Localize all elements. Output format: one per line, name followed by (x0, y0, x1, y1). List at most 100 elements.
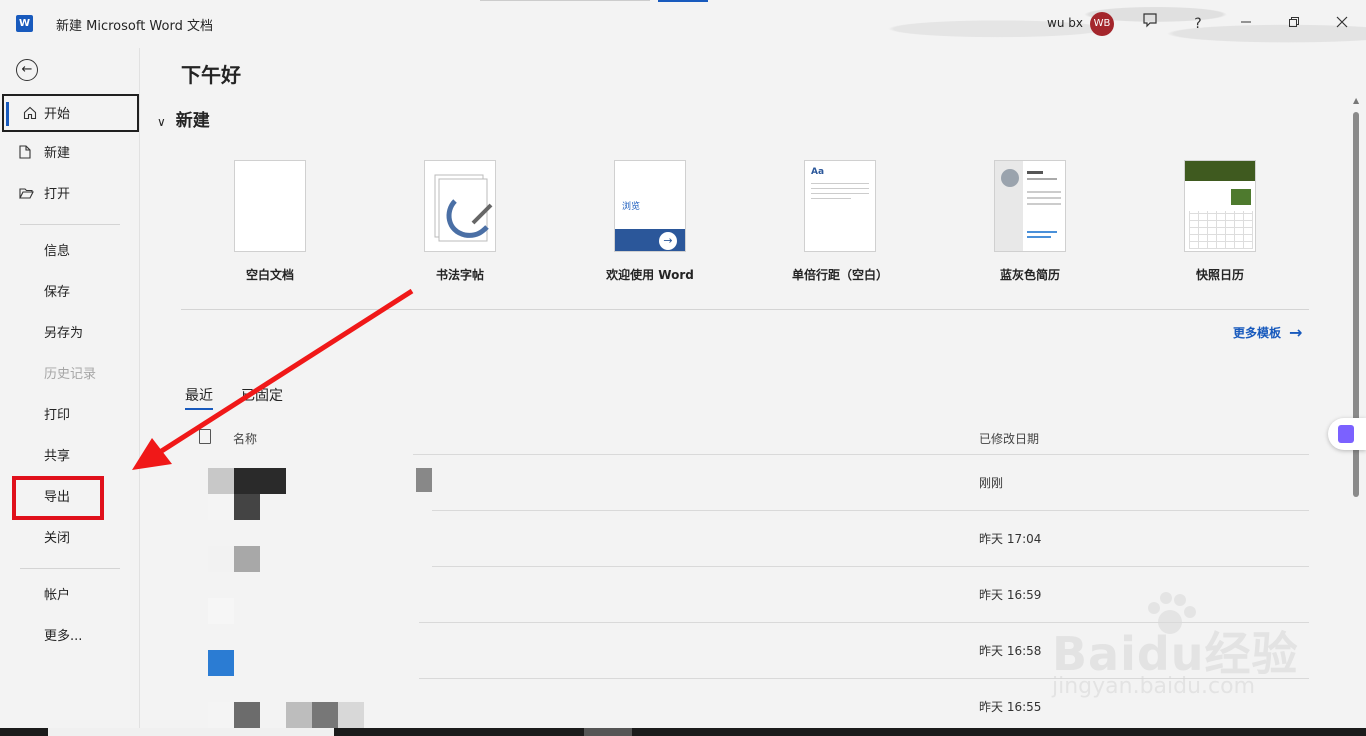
obscured-file-name (234, 702, 260, 728)
tab-recent[interactable]: 最近 (185, 385, 213, 410)
sidebar-item-more[interactable]: 更多... (0, 618, 138, 656)
sidebar-item-label: 历史记录 (44, 367, 97, 382)
page-title: 下午好 (181, 63, 241, 87)
new-section-header[interactable]: ∨ 新建 (157, 106, 210, 131)
avatar[interactable]: WB (1090, 12, 1114, 36)
taskbar-item[interactable] (584, 728, 632, 736)
template-single-spaced[interactable]: Aa 单倍行距（空白） (745, 160, 935, 283)
template-label: 书法字帖 (435, 268, 484, 282)
obscured-file-name (338, 702, 364, 728)
baidu-watermark: Baidu经验 jingyan.baidu.com (1040, 590, 1300, 710)
more-templates-link[interactable]: 更多模板 → (1233, 323, 1302, 342)
help-icon[interactable]: ? (1186, 12, 1210, 36)
sidebar-item-home[interactable]: 开始 (2, 94, 139, 132)
title-bar: W 新建 Microsoft Word 文档 wu bx WB ? (0, 0, 1366, 48)
template-label: 单倍行距（空白） (791, 268, 888, 282)
obscured-file-name (208, 494, 234, 520)
arrow-right-icon: → (659, 232, 677, 250)
sidebar-item-print[interactable]: 打印 (0, 397, 138, 435)
sidebar-item-history: 历史记录 (0, 356, 138, 394)
obscured-file-name (286, 702, 312, 728)
side-assistant-button[interactable] (1328, 418, 1366, 450)
export-highlight-annotation (12, 476, 104, 520)
template-label: 欢迎使用 Word (606, 268, 694, 282)
minimize-icon[interactable] (1234, 12, 1258, 36)
modified-date: 昨天 16:55 (979, 700, 1042, 714)
home-icon (23, 96, 37, 134)
word-app-icon: W (16, 15, 33, 32)
watermark-subtext: jingyan.baidu.com (1052, 674, 1256, 699)
chevron-down-icon: ∨ (157, 115, 166, 129)
template-thumb-text: 浏览 (622, 202, 641, 212)
file-icon (199, 429, 211, 444)
document-title: 新建 Microsoft Word 文档 (56, 19, 213, 34)
top-divider (480, 0, 650, 1)
sidebar-item-label: 打印 (44, 408, 71, 423)
sidebar-item-save-as[interactable]: 另存为 (0, 315, 138, 353)
template-welcome-word[interactable]: 浏览 → 欢迎使用 Word (555, 160, 745, 283)
template-thumb-text: Aa (811, 167, 825, 177)
new-doc-icon (19, 135, 31, 173)
column-header-name[interactable]: 名称 (233, 430, 257, 447)
template-blue-gray-resume[interactable]: 蓝灰色简历 (935, 160, 1125, 283)
obscured-file-icon (208, 650, 234, 676)
sidebar-item-label: 开始 (44, 107, 71, 122)
obscured-file-name (312, 702, 338, 728)
assistant-icon (1338, 425, 1354, 443)
sidebar-item-label: 关闭 (44, 531, 71, 546)
sidebar-item-new[interactable]: 新建 (0, 135, 138, 173)
modified-date: 昨天 16:58 (979, 644, 1042, 658)
obscured-file-name (234, 546, 260, 572)
modified-date: 刚刚 (979, 476, 1004, 490)
template-thumbnail (234, 160, 306, 252)
sidebar-item-close[interactable]: 关闭 (0, 520, 138, 558)
section-divider (181, 309, 1309, 310)
sidebar-divider (20, 568, 120, 569)
taskbar (0, 728, 1366, 736)
new-section-label: 新建 (175, 111, 210, 131)
sidebar-item-info[interactable]: 信息 (0, 233, 138, 271)
obscured-file-name (234, 468, 286, 494)
user-name[interactable]: wu bx (1047, 16, 1083, 30)
template-label: 蓝灰色简历 (999, 268, 1060, 282)
sidebar-item-label: 帐户 (44, 588, 71, 603)
arrow-right-icon: → (1289, 323, 1303, 342)
template-snapshot-calendar[interactable]: 快照日历 (1125, 160, 1315, 283)
tab-pinned[interactable]: 已固定 (241, 385, 283, 405)
template-label: 快照日历 (1195, 268, 1244, 282)
sidebar-item-label: 信息 (44, 244, 71, 259)
sidebar-divider (20, 224, 120, 225)
close-icon[interactable] (1330, 12, 1354, 36)
top-accent (658, 0, 708, 2)
row-divider (432, 510, 1309, 511)
template-thumbnail (424, 160, 496, 252)
obscured-file-name (208, 468, 234, 494)
sidebar-item-label: 更多... (44, 629, 83, 644)
sidebar-item-account[interactable]: 帐户 (0, 577, 138, 615)
taskbar-search[interactable] (48, 728, 334, 736)
feedback-icon[interactable] (1138, 12, 1162, 36)
obscured-file-name (208, 598, 234, 624)
sidebar-item-open[interactable]: 打开 (0, 176, 138, 214)
sidebar-item-label: 打开 (44, 187, 71, 202)
template-thumbnail (1184, 160, 1256, 252)
obscured-file-path (416, 468, 432, 492)
template-calligraphy[interactable]: 书法字帖 (365, 160, 555, 283)
scroll-up-icon[interactable]: ▲ (1353, 96, 1359, 105)
template-thumbnail (994, 160, 1066, 252)
template-blank[interactable]: 空白文档 (175, 160, 365, 283)
row-divider (432, 566, 1309, 567)
sidebar-item-label: 保存 (44, 285, 71, 300)
modified-date: 昨天 17:04 (979, 532, 1042, 546)
more-templates-label: 更多模板 (1233, 326, 1282, 340)
backstage-sidebar: ← 开始 新建 打开 信息 保存 另存为 历史记录 打印 共享 导出 关闭 帐户… (0, 48, 140, 728)
restore-icon[interactable] (1282, 12, 1306, 36)
sidebar-item-share[interactable]: 共享 (0, 438, 138, 476)
template-thumbnail: 浏览 → (614, 160, 686, 252)
obscured-file-name (234, 494, 260, 520)
sidebar-item-save[interactable]: 保存 (0, 274, 138, 312)
back-arrow-icon[interactable]: ← (16, 59, 38, 81)
column-header-modified[interactable]: 已修改日期 (979, 430, 1039, 447)
folder-icon (19, 176, 34, 214)
obscured-file-name (208, 702, 234, 728)
